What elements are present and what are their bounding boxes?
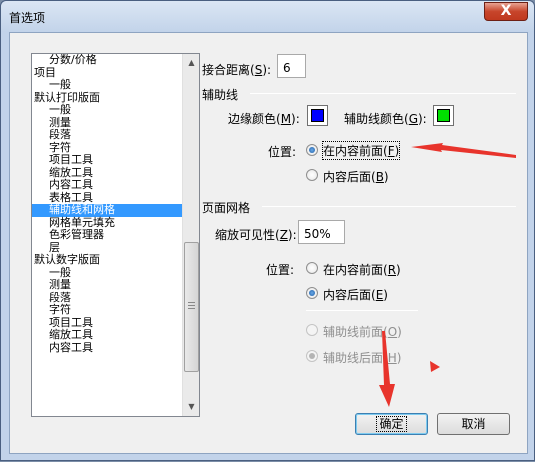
tree-item[interactable]: 分数/价格 — [32, 54, 183, 67]
chevron-up-icon[interactable]: ▲ — [184, 55, 199, 71]
grid-behind-guides-label[interactable]: 辅助线后面(H) — [323, 349, 401, 366]
margin-color-label: 边缘颜色(M): — [228, 112, 300, 126]
category-tree[interactable]: 分数/价格 项目 一般 默认打印版面 一般 测量 段落 字符 项目工具 缩放工具 内容工具 表格工具辅… — [31, 53, 200, 417]
tree-item[interactable]: 一般 — [32, 104, 183, 117]
cancel-button[interactable]: 取消 — [437, 413, 510, 435]
tree-item[interactable]: 项目工具 — [32, 154, 183, 167]
grid-in-front-radio[interactable] — [306, 262, 318, 274]
tree-item[interactable]: 测量 — [32, 279, 183, 292]
preferences-dialog: 首选项 X 分数/价格 项目 一般 默认打印版面 一般 测量 段落 字符 项目工具 缩放工具 内容工… — [0, 0, 535, 461]
scrollbar-thumb[interactable] — [184, 242, 199, 372]
guides-position-label: 位置: — [268, 145, 297, 159]
page-grid-position-label: 位置: — [266, 263, 295, 277]
guide-color-chip — [437, 109, 450, 122]
close-button[interactable]: X — [484, 2, 528, 21]
category-list[interactable]: 分数/价格 项目 一般 默认打印版面 一般 测量 段落 字符 项目工具 缩放工具 内容工具 表格工具辅… — [32, 54, 183, 416]
ok-button[interactable]: 确定 — [355, 413, 428, 435]
guide-color-swatch[interactable] — [433, 105, 454, 126]
chevron-down-icon[interactable]: ▼ — [184, 399, 199, 415]
sub-options-divider — [306, 310, 418, 311]
tree-item[interactable]: 字符 — [32, 304, 183, 317]
margin-color-swatch[interactable] — [307, 105, 328, 126]
close-icon: X — [500, 3, 512, 19]
tree-item[interactable]: 内容工具 — [32, 341, 183, 355]
tree-item-selected[interactable]: 辅助线和网格 — [32, 204, 183, 217]
grid-behind-guides-radio[interactable] — [306, 350, 318, 362]
page-grid-group-title: 页面网格 — [202, 201, 251, 215]
tree-scrollbar[interactable]: ▲ ▼ — [182, 54, 199, 416]
tree-item[interactable]: 默认数字版面 — [32, 254, 183, 267]
tree-item[interactable]: 一般 — [32, 79, 183, 92]
guides-behind-label[interactable]: 内容后面(B) — [323, 168, 389, 185]
dialog-body: 分数/价格 项目 一般 默认打印版面 一般 测量 段落 字符 项目工具 缩放工具 内容工具 表格工具辅… — [9, 32, 528, 454]
grid-behind-label[interactable]: 内容后面(E) — [323, 286, 388, 303]
title-bar[interactable]: 首选项 X — [1, 1, 534, 31]
guides-divider — [250, 93, 516, 94]
tree-item[interactable]: 缩放工具 — [32, 329, 183, 342]
grid-front-of-guides-radio[interactable] — [306, 324, 318, 336]
snap-distance-input[interactable] — [277, 54, 306, 78]
guides-behind-radio[interactable] — [306, 169, 318, 181]
grid-front-of-guides-label[interactable]: 辅助线前面(O) — [323, 323, 402, 340]
guides-in-front-label[interactable]: 在内容前面(F) — [321, 141, 401, 160]
page-grid-divider — [262, 206, 516, 207]
window-title: 首选项 — [9, 11, 46, 25]
guides-group-title: 辅助线 — [202, 88, 239, 102]
grid-behind-radio[interactable] — [306, 287, 318, 299]
snap-distance-label: 接合距离(S): — [202, 63, 272, 77]
zoom-visibility-input[interactable] — [298, 220, 345, 244]
guide-color-label: 辅助线颜色(G): — [344, 112, 427, 126]
zoom-visibility-label: 缩放可见性(Z): — [215, 228, 297, 242]
grid-in-front-label[interactable]: 在内容前面(R) — [323, 261, 401, 278]
tree-item[interactable]: 色彩管理器 — [32, 229, 183, 242]
grip-icon — [188, 302, 195, 311]
margin-color-chip — [311, 109, 324, 122]
guides-in-front-radio[interactable] — [306, 144, 318, 156]
tree-item[interactable]: 内容工具 — [32, 179, 183, 192]
tree-item[interactable]: 段落 — [32, 129, 183, 142]
